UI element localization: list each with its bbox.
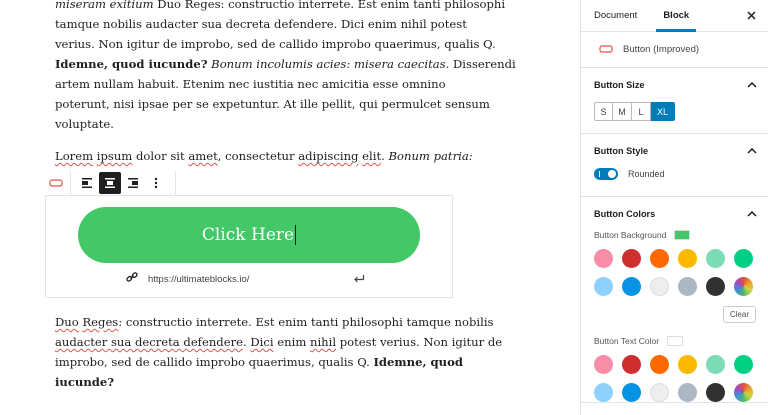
rounded-toggle[interactable] [594,168,618,180]
color-swatch[interactable] [622,249,641,268]
panel-header[interactable]: Button Size [581,68,768,102]
color-swatch[interactable] [706,249,725,268]
background-color-palette [594,249,768,296]
text-color-row: Button Text Color [594,333,768,349]
url-input-row: https://ultimateblocks.io/ [126,270,366,288]
color-swatch[interactable] [650,249,669,268]
ub-button[interactable]: Click Here [78,207,420,263]
align-left-icon[interactable] [76,172,98,194]
paragraph-block[interactable]: Duo Reges: constructio interrete. Est en… [55,312,502,392]
color-swatch[interactable] [734,383,753,402]
more-options-icon[interactable] [145,172,167,194]
sidebar-tabs: Document Block [581,0,768,32]
color-swatch[interactable] [734,277,753,296]
button-text[interactable]: Click Here [202,225,294,245]
color-swatch[interactable] [594,383,613,402]
color-swatch[interactable] [650,383,669,402]
color-swatch[interactable] [650,277,669,296]
enter-icon[interactable] [352,272,366,286]
rounded-toggle-row: Rounded [594,168,768,180]
block-card: Button (Improved) [581,32,768,68]
panel-header[interactable]: Button Style [581,134,768,168]
size-option-m[interactable]: M [613,102,632,121]
clear-button[interactable]: Clear [722,306,756,323]
button-block[interactable]: Click Here https://ultimateblocks.io/ [45,195,453,298]
color-swatch[interactable] [706,383,725,402]
color-swatch[interactable] [622,277,641,296]
chevron-up-icon[interactable] [746,79,758,91]
panel-title: Button Colors [594,209,656,219]
color-swatch[interactable] [622,383,641,402]
color-swatch[interactable] [678,277,697,296]
close-icon[interactable] [744,8,758,22]
editor-canvas: miseram exitium Duo Reges: constructio i… [0,0,580,415]
toolbar-separator [70,171,71,195]
color-label: Button Text Color [594,336,660,346]
size-button-group: S M L XL [594,102,768,121]
block-name: Button (Improved) [623,44,700,55]
size-option-xl[interactable]: XL [651,102,675,121]
text-color-palette [594,355,768,402]
panel-title: Button Size [594,80,645,90]
color-swatch[interactable] [678,383,697,402]
tab-document[interactable]: Document [581,0,650,31]
settings-sidebar: Document Block Button (Improved) Button … [580,0,768,415]
text-color-indicator [667,336,684,346]
size-option-l[interactable]: L [632,102,651,121]
panel-button-colors: Button Colors Button Background Clear Bu… [581,197,768,403]
color-swatch[interactable] [594,249,613,268]
toggle-label: Rounded [628,169,665,179]
url-input[interactable]: https://ultimateblocks.io/ [148,274,352,285]
paragraph-block[interactable]: miseram exitium Duo Reges: constructio i… [55,0,516,134]
align-right-icon[interactable] [122,172,144,194]
panel-button-size: Button Size S M L XL [581,68,768,134]
color-swatch[interactable] [678,355,697,374]
tab-block[interactable]: Block [650,0,702,32]
panel-header[interactable]: Button Colors [581,197,768,231]
clear-row: Clear [581,306,768,323]
color-swatch[interactable] [678,249,697,268]
text-caret [295,225,297,245]
button-block-icon[interactable] [45,172,67,194]
color-swatch[interactable] [734,355,753,374]
color-swatch[interactable] [594,277,613,296]
color-swatch[interactable] [594,355,613,374]
color-swatch[interactable] [706,277,725,296]
block-toolbar [45,171,176,195]
chevron-up-icon[interactable] [746,145,758,157]
color-swatch[interactable] [734,249,753,268]
color-swatch[interactable] [622,355,641,374]
align-center-icon[interactable] [99,172,121,194]
color-label: Button Background [594,230,667,240]
button-block-icon [599,41,613,59]
color-swatch[interactable] [706,355,725,374]
color-swatch[interactable] [650,355,669,374]
chevron-up-icon[interactable] [746,208,758,220]
panel-title: Button Style [594,146,649,156]
size-option-s[interactable]: S [594,102,613,121]
link-icon [126,270,138,288]
background-color-indicator [674,230,691,240]
panel-button-style: Button Style Rounded [581,134,768,197]
toggle-on-mark [599,171,600,177]
paragraph-block[interactable]: Lorem ipsum dolor sit amet, consectetur … [55,146,473,166]
